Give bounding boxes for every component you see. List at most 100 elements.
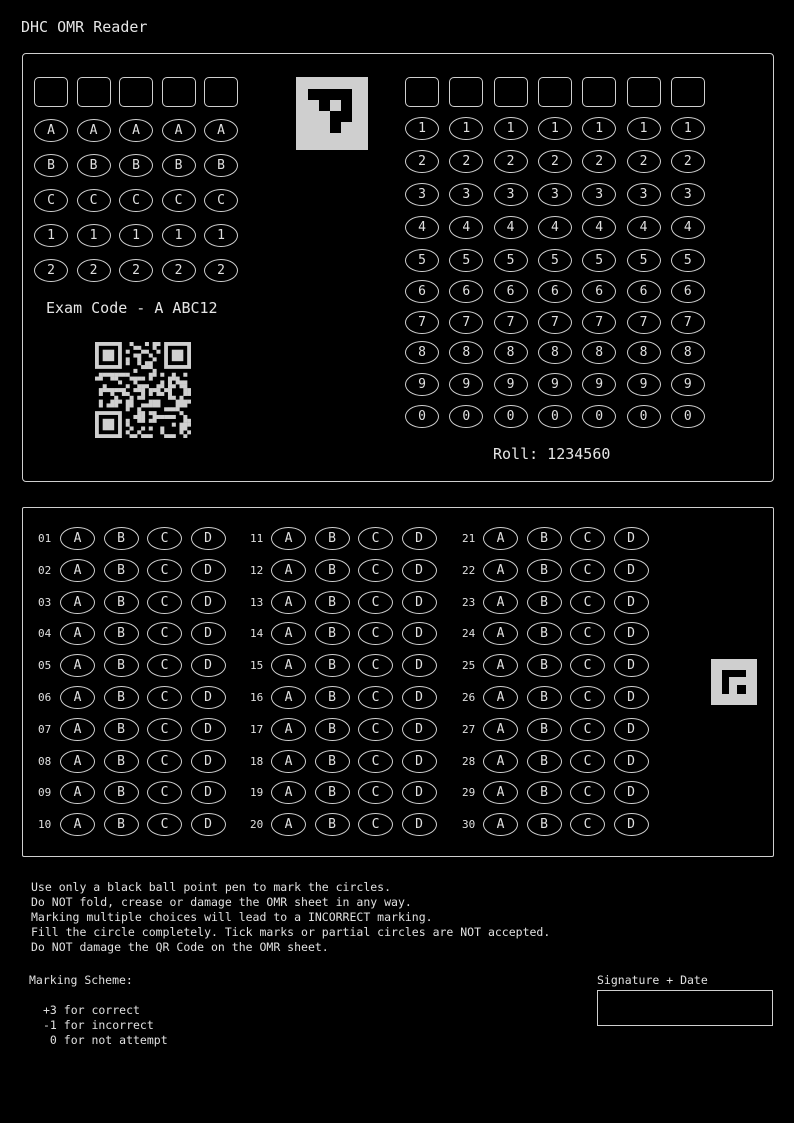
answer-bubble[interactable]: B <box>314 813 350 837</box>
answer-bubble[interactable]: B <box>314 749 350 773</box>
roll-digit-bubble[interactable]: 3 <box>670 183 705 206</box>
roll-digit-bubble[interactable]: 5 <box>405 249 439 272</box>
roll-digit-bubble[interactable]: 9 <box>537 373 572 396</box>
answer-bubble[interactable]: C <box>570 527 605 550</box>
roll-digit-bubble[interactable]: 7 <box>626 311 661 334</box>
answer-bubble[interactable]: D <box>613 558 649 582</box>
roll-digit-bubble[interactable]: 6 <box>537 280 572 303</box>
answer-bubble[interactable]: B <box>103 622 139 646</box>
answer-bubble[interactable]: B <box>526 781 562 805</box>
answer-bubble[interactable]: C <box>358 527 393 550</box>
answer-bubble[interactable]: A <box>271 717 306 741</box>
answer-bubble[interactable]: C <box>570 686 605 709</box>
answer-bubble[interactable]: D <box>613 813 649 837</box>
answer-bubble[interactable]: B <box>526 622 562 646</box>
answer-bubble[interactable]: D <box>190 686 226 709</box>
answer-bubble[interactable]: A <box>60 749 95 773</box>
answer-bubble[interactable]: B <box>103 527 139 550</box>
exam-code-input-box[interactable] <box>34 77 68 107</box>
answer-bubble[interactable]: D <box>613 590 649 614</box>
answer-bubble[interactable]: B <box>314 622 350 646</box>
roll-digit-bubble[interactable]: 0 <box>626 405 661 428</box>
answer-bubble[interactable]: D <box>613 686 649 709</box>
roll-digit-bubble[interactable]: 6 <box>493 280 528 303</box>
roll-digit-bubble[interactable]: 3 <box>493 183 528 206</box>
answer-bubble[interactable]: B <box>103 749 139 773</box>
exam-code-bubble[interactable]: C <box>204 189 238 212</box>
roll-input-box[interactable] <box>493 77 528 107</box>
answer-bubble[interactable]: D <box>613 654 649 678</box>
answer-bubble[interactable]: D <box>401 558 437 582</box>
roll-digit-bubble[interactable]: 8 <box>405 341 439 364</box>
roll-digit-bubble[interactable]: 2 <box>537 150 572 173</box>
answer-bubble[interactable]: B <box>103 813 139 837</box>
roll-digit-bubble[interactable]: 1 <box>493 117 528 140</box>
roll-digit-bubble[interactable]: 5 <box>493 249 528 272</box>
exam-code-input-box[interactable] <box>76 77 111 107</box>
answer-bubble[interactable]: D <box>613 781 649 805</box>
roll-digit-bubble[interactable]: 5 <box>582 249 617 272</box>
answer-bubble[interactable]: C <box>147 590 182 614</box>
answer-bubble[interactable]: D <box>190 558 226 582</box>
exam-code-bubble[interactable]: C <box>34 189 68 212</box>
exam-code-bubble[interactable]: 2 <box>76 259 111 282</box>
roll-digit-bubble[interactable]: 0 <box>537 405 572 428</box>
exam-code-bubble[interactable]: B <box>204 154 238 177</box>
roll-digit-bubble[interactable]: 9 <box>670 373 705 396</box>
exam-code-bubble[interactable]: A <box>119 119 153 142</box>
answer-bubble[interactable]: B <box>526 558 562 582</box>
roll-digit-bubble[interactable]: 7 <box>670 311 705 334</box>
answer-bubble[interactable]: B <box>103 654 139 678</box>
roll-input-box[interactable] <box>582 77 617 107</box>
roll-digit-bubble[interactable]: 2 <box>626 150 661 173</box>
answer-bubble[interactable]: D <box>401 654 437 678</box>
answer-bubble[interactable]: D <box>613 717 649 741</box>
answer-bubble[interactable]: D <box>613 749 649 773</box>
answer-bubble[interactable]: D <box>190 717 226 741</box>
roll-digit-bubble[interactable]: 9 <box>626 373 661 396</box>
exam-code-bubble[interactable]: C <box>161 189 196 212</box>
exam-code-bubble[interactable]: B <box>34 154 68 177</box>
roll-digit-bubble[interactable]: 4 <box>537 216 572 239</box>
answer-bubble[interactable]: A <box>60 686 95 709</box>
roll-digit-bubble[interactable]: 8 <box>626 341 661 364</box>
roll-digit-bubble[interactable]: 4 <box>670 216 705 239</box>
answer-bubble[interactable]: B <box>526 527 562 550</box>
answer-bubble[interactable]: B <box>314 590 350 614</box>
answer-bubble[interactable]: D <box>401 622 437 646</box>
answer-bubble[interactable]: D <box>613 527 649 550</box>
answer-bubble[interactable]: C <box>570 749 605 773</box>
answer-bubble[interactable]: A <box>271 749 306 773</box>
answer-bubble[interactable]: D <box>613 622 649 646</box>
answer-bubble[interactable]: B <box>526 590 562 614</box>
answer-bubble[interactable]: C <box>570 590 605 614</box>
roll-digit-bubble[interactable]: 5 <box>626 249 661 272</box>
roll-digit-bubble[interactable]: 6 <box>582 280 617 303</box>
answer-bubble[interactable]: A <box>60 717 95 741</box>
roll-digit-bubble[interactable]: 3 <box>582 183 617 206</box>
answer-bubble[interactable]: C <box>147 527 182 550</box>
roll-digit-bubble[interactable]: 0 <box>670 405 705 428</box>
exam-code-bubble[interactable]: A <box>204 119 238 142</box>
answer-bubble[interactable]: D <box>401 590 437 614</box>
answer-bubble[interactable]: A <box>271 590 306 614</box>
roll-input-box[interactable] <box>405 77 439 107</box>
roll-digit-bubble[interactable]: 0 <box>493 405 528 428</box>
exam-code-bubble[interactable]: A <box>34 119 68 142</box>
answer-bubble[interactable]: C <box>358 749 393 773</box>
roll-digit-bubble[interactable]: 7 <box>537 311 572 334</box>
answer-bubble[interactable]: D <box>401 686 437 709</box>
answer-bubble[interactable]: C <box>358 558 393 582</box>
roll-digit-bubble[interactable]: 0 <box>405 405 439 428</box>
roll-digit-bubble[interactable]: 9 <box>582 373 617 396</box>
answer-bubble[interactable]: B <box>103 781 139 805</box>
roll-input-box[interactable] <box>670 77 705 107</box>
answer-bubble[interactable]: B <box>526 813 562 837</box>
answer-bubble[interactable]: A <box>483 558 518 582</box>
answer-bubble[interactable]: C <box>358 590 393 614</box>
answer-bubble[interactable]: A <box>60 558 95 582</box>
exam-code-bubble[interactable]: 2 <box>204 259 238 282</box>
exam-code-bubble[interactable]: B <box>119 154 153 177</box>
answer-bubble[interactable]: D <box>401 749 437 773</box>
answer-bubble[interactable]: B <box>314 781 350 805</box>
